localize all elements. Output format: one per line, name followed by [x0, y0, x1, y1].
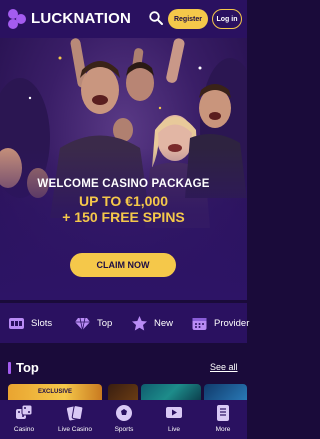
section-title: Top	[16, 360, 39, 375]
nav-casino[interactable]: Casino	[10, 400, 38, 439]
exclusive-badge: EXCLUSIVE	[38, 389, 73, 395]
see-all-link[interactable]: See all	[210, 362, 238, 372]
calendar-icon	[192, 317, 207, 330]
register-button[interactable]: Register	[168, 9, 208, 29]
play-screen-icon	[166, 407, 182, 418]
logo-clover-icon	[8, 9, 26, 29]
category-new[interactable]: New	[131, 303, 173, 343]
search-icon[interactable]	[148, 10, 164, 26]
category-bar: Slots Top New Provider	[0, 303, 249, 343]
nav-label: Live Casino	[58, 426, 92, 433]
nav-label: Sports	[114, 426, 134, 433]
category-label: New	[154, 317, 174, 329]
category-label: Slots	[31, 317, 53, 329]
nav-sports[interactable]: Sports	[110, 400, 138, 439]
nav-label: More	[215, 426, 231, 433]
promo-title: WELCOME CASINO PACKAGE	[37, 178, 210, 190]
promo-amount: UP TO €1,000	[79, 193, 168, 209]
category-provider[interactable]: Provider	[191, 303, 249, 343]
soccer-ball-icon	[116, 405, 132, 421]
hero-banner[interactable]: WELCOME CASINO PACKAGE UP TO €1,000 + 15…	[0, 38, 247, 300]
star-icon	[132, 315, 147, 330]
slot-machine-icon	[9, 317, 24, 329]
bottom-navigation: Casino Live Casino Sports Live More	[0, 400, 247, 439]
section-accent-bar	[8, 362, 11, 374]
nav-label: Casino	[13, 426, 35, 433]
nav-more[interactable]: More	[209, 400, 237, 439]
document-icon	[217, 405, 229, 421]
cards-icon	[66, 405, 84, 421]
brand-logo-text[interactable]: LUCKNATION	[31, 10, 131, 27]
claim-now-button[interactable]: CLAIM NOW	[70, 253, 176, 277]
diamond-icon	[75, 317, 90, 330]
top-header: LUCKNATION Register Log in	[0, 0, 247, 38]
nav-live[interactable]: Live	[160, 400, 188, 439]
login-button[interactable]: Log in	[212, 9, 242, 29]
nav-label: Live	[168, 426, 180, 433]
category-label: Top	[97, 317, 113, 329]
promo-free-spins: + 150 FREE SPINS	[62, 209, 185, 225]
category-label: Provider	[214, 317, 250, 329]
nav-live-casino[interactable]: Live Casino	[55, 400, 95, 439]
category-top[interactable]: Top	[74, 303, 112, 343]
dice-icon	[16, 404, 33, 419]
category-slots[interactable]: Slots	[8, 303, 52, 343]
